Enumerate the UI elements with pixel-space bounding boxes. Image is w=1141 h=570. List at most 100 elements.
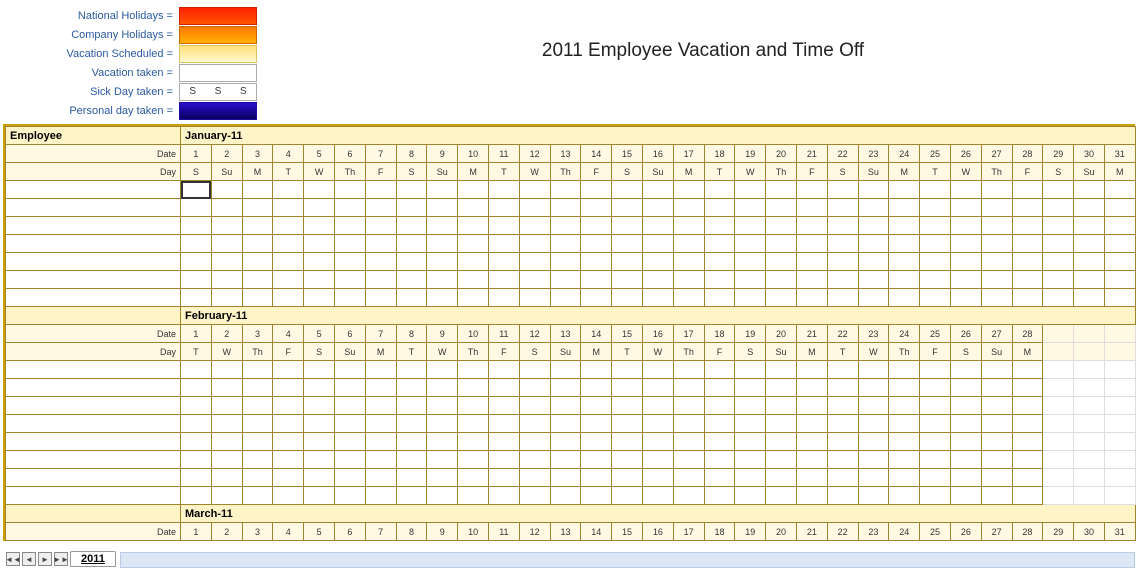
calendar-cell[interactable] bbox=[950, 379, 981, 397]
calendar-cell[interactable] bbox=[396, 451, 427, 469]
date-cell[interactable]: 10 bbox=[458, 145, 489, 163]
calendar-cell[interactable] bbox=[858, 271, 889, 289]
dayname-cell[interactable]: T bbox=[273, 163, 304, 181]
dayname-cell[interactable]: F bbox=[796, 163, 827, 181]
calendar-cell[interactable] bbox=[1074, 397, 1105, 415]
calendar-cell[interactable] bbox=[304, 217, 335, 235]
date-cell[interactable]: 7 bbox=[365, 523, 396, 541]
calendar-cell[interactable] bbox=[704, 181, 735, 199]
calendar-cell[interactable] bbox=[550, 379, 581, 397]
calendar-cell[interactable] bbox=[519, 289, 550, 307]
calendar-cell[interactable] bbox=[704, 289, 735, 307]
calendar-cell[interactable] bbox=[642, 397, 673, 415]
calendar-cell[interactable] bbox=[550, 487, 581, 505]
calendar-cell[interactable] bbox=[1074, 361, 1105, 379]
calendar-cell[interactable] bbox=[396, 235, 427, 253]
calendar-cell[interactable] bbox=[766, 451, 797, 469]
calendar-cell[interactable] bbox=[673, 361, 704, 379]
dayname-cell[interactable]: W bbox=[858, 343, 889, 361]
calendar-cell[interactable] bbox=[581, 469, 612, 487]
calendar-cell[interactable] bbox=[766, 361, 797, 379]
calendar-cell[interactable] bbox=[334, 253, 365, 271]
calendar-cell[interactable] bbox=[766, 433, 797, 451]
calendar-cell[interactable] bbox=[981, 271, 1012, 289]
date-cell[interactable]: 23 bbox=[858, 145, 889, 163]
calendar-cell[interactable] bbox=[1043, 415, 1074, 433]
dayname-cell[interactable]: S bbox=[304, 343, 335, 361]
date-cell[interactable]: 7 bbox=[365, 325, 396, 343]
calendar-cell[interactable] bbox=[889, 235, 920, 253]
dayname-cell[interactable]: F bbox=[1012, 163, 1043, 181]
date-cell[interactable]: 19 bbox=[735, 145, 766, 163]
calendar-cell[interactable] bbox=[181, 469, 212, 487]
employee-name-cell[interactable] bbox=[6, 433, 181, 451]
calendar-cell[interactable] bbox=[427, 199, 458, 217]
calendar-cell[interactable] bbox=[642, 181, 673, 199]
calendar-cell[interactable] bbox=[1043, 487, 1074, 505]
calendar-cell[interactable] bbox=[1012, 217, 1043, 235]
calendar-cell[interactable] bbox=[427, 181, 458, 199]
calendar-cell[interactable] bbox=[796, 271, 827, 289]
calendar-cell[interactable] bbox=[365, 451, 396, 469]
date-cell[interactable]: 4 bbox=[273, 523, 304, 541]
calendar-cell[interactable] bbox=[950, 361, 981, 379]
calendar-cell[interactable] bbox=[796, 415, 827, 433]
dayname-cell[interactable]: T bbox=[704, 163, 735, 181]
calendar-cell[interactable] bbox=[735, 415, 766, 433]
calendar-cell[interactable] bbox=[673, 289, 704, 307]
calendar-cell[interactable] bbox=[796, 235, 827, 253]
calendar-cell[interactable] bbox=[334, 289, 365, 307]
calendar-cell[interactable] bbox=[211, 253, 242, 271]
calendar-cell[interactable] bbox=[920, 217, 951, 235]
calendar-cell[interactable] bbox=[827, 253, 858, 271]
date-cell[interactable]: 8 bbox=[396, 145, 427, 163]
date-cell[interactable] bbox=[1104, 325, 1135, 343]
calendar-cell[interactable] bbox=[396, 271, 427, 289]
date-cell[interactable]: 1 bbox=[181, 145, 212, 163]
calendar-cell[interactable] bbox=[334, 271, 365, 289]
calendar-cell[interactable] bbox=[1043, 379, 1074, 397]
calendar-cell[interactable] bbox=[1104, 397, 1135, 415]
calendar-cell[interactable] bbox=[920, 487, 951, 505]
calendar-cell[interactable] bbox=[1104, 253, 1135, 271]
dayname-cell[interactable]: Th bbox=[981, 163, 1012, 181]
date-cell[interactable]: 2 bbox=[211, 325, 242, 343]
calendar-cell[interactable] bbox=[858, 181, 889, 199]
date-cell[interactable]: 27 bbox=[981, 523, 1012, 541]
calendar-cell[interactable] bbox=[673, 253, 704, 271]
date-cell[interactable]: 7 bbox=[365, 145, 396, 163]
calendar-cell[interactable] bbox=[1012, 469, 1043, 487]
date-cell[interactable]: 5 bbox=[304, 145, 335, 163]
calendar-cell[interactable] bbox=[889, 397, 920, 415]
calendar-cell[interactable] bbox=[766, 217, 797, 235]
calendar-cell[interactable] bbox=[920, 433, 951, 451]
calendar-cell[interactable] bbox=[796, 487, 827, 505]
calendar-cell[interactable] bbox=[1104, 361, 1135, 379]
calendar-cell[interactable] bbox=[1074, 217, 1105, 235]
dayname-cell[interactable]: M bbox=[581, 343, 612, 361]
calendar-cell[interactable] bbox=[642, 451, 673, 469]
employee-name-cell[interactable] bbox=[6, 181, 181, 199]
calendar-cell[interactable] bbox=[735, 217, 766, 235]
calendar-cell[interactable] bbox=[550, 181, 581, 199]
calendar-cell[interactable] bbox=[612, 289, 643, 307]
dayname-cell[interactable]: S bbox=[396, 163, 427, 181]
date-cell[interactable]: 24 bbox=[889, 325, 920, 343]
dayname-cell[interactable] bbox=[1074, 343, 1105, 361]
date-cell[interactable]: 18 bbox=[704, 523, 735, 541]
calendar-cell[interactable] bbox=[458, 253, 489, 271]
calendar-cell[interactable] bbox=[304, 487, 335, 505]
calendar-cell[interactable] bbox=[827, 271, 858, 289]
calendar-cell[interactable] bbox=[673, 415, 704, 433]
date-cell[interactable]: 3 bbox=[242, 325, 273, 343]
date-cell[interactable]: 29 bbox=[1043, 145, 1074, 163]
calendar-cell[interactable] bbox=[642, 433, 673, 451]
calendar-cell[interactable] bbox=[612, 181, 643, 199]
employee-name-cell[interactable] bbox=[6, 451, 181, 469]
calendar-cell[interactable] bbox=[396, 199, 427, 217]
calendar-cell[interactable] bbox=[950, 199, 981, 217]
calendar-cell[interactable] bbox=[796, 361, 827, 379]
calendar-cell[interactable] bbox=[1043, 361, 1074, 379]
calendar-cell[interactable] bbox=[365, 361, 396, 379]
calendar-cell[interactable] bbox=[334, 217, 365, 235]
